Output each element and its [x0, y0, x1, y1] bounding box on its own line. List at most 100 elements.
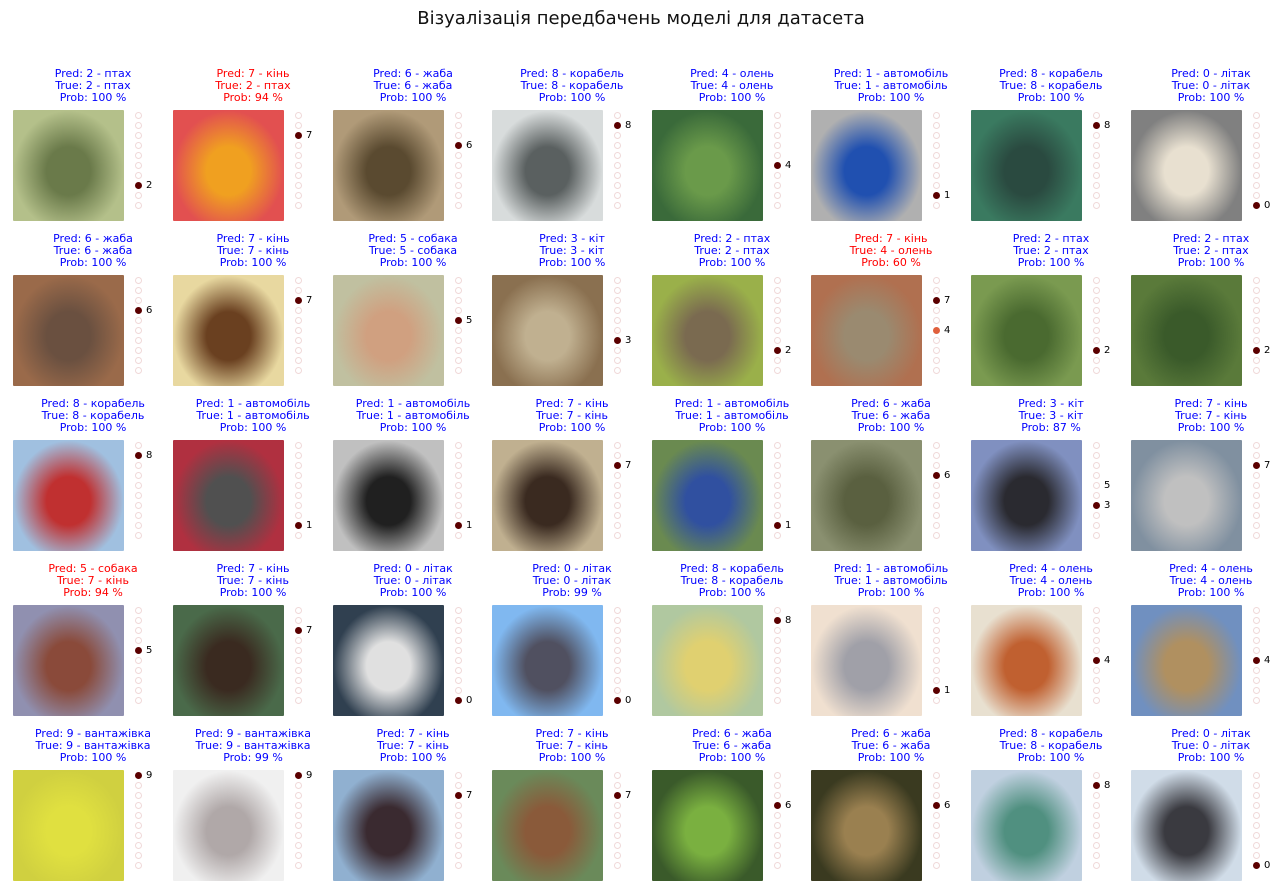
class-dot	[774, 337, 781, 344]
class-dot	[295, 772, 302, 779]
class-dot	[614, 112, 621, 119]
class-dot	[614, 697, 621, 704]
plane-image	[492, 605, 603, 716]
class-dot	[614, 152, 621, 159]
prediction-tile: Pred: 4 - олень True: 4 - олень Prob: 100 …	[1131, 563, 1282, 728]
predicted-class-label: 0	[625, 695, 632, 706]
class-dot	[1253, 367, 1260, 374]
class-dot	[295, 202, 302, 209]
class-dot	[295, 862, 302, 869]
class-dot	[455, 862, 462, 869]
class-dot	[1093, 832, 1100, 839]
prediction-tile: Pred: 1 - автомобіль True: 1 - автомобіль…	[811, 563, 971, 728]
class-dot	[774, 132, 781, 139]
class-dot	[774, 842, 781, 849]
horse-image	[1131, 440, 1242, 551]
class-dot	[933, 792, 940, 799]
class-dot	[135, 452, 142, 459]
class-dot	[774, 812, 781, 819]
class-dot	[135, 122, 142, 129]
class-dot	[774, 122, 781, 129]
class-dot	[135, 502, 142, 509]
class-dot	[455, 532, 462, 539]
prediction-tile: Pred: 6 - жаба True: 6 - жаба Prob: 100 % 6	[811, 398, 971, 563]
class-dot	[933, 367, 940, 374]
class-dot	[933, 627, 940, 634]
class-probability-dots: 9	[135, 769, 152, 883]
predicted-class-label: 0	[466, 695, 473, 706]
class-dot	[1253, 337, 1260, 344]
class-dot	[933, 472, 940, 479]
prediction-tile: Pred: 7 - кінь True: 7 - кінь Prob: 100 % 7	[173, 233, 333, 398]
predicted-class-label: 7	[625, 460, 632, 471]
class-probability-dots: 2	[1093, 274, 1110, 388]
predicted-class-label: 2	[1264, 345, 1271, 356]
class-dot	[614, 637, 621, 644]
class-dot	[135, 182, 142, 189]
class-probability-dots: 8	[135, 439, 152, 553]
class-dot	[295, 522, 302, 529]
class-dot	[1253, 772, 1260, 779]
class-dot	[455, 607, 462, 614]
class-dot	[1093, 462, 1100, 469]
class-dot	[933, 452, 940, 459]
class-dot	[295, 367, 302, 374]
predicted-class-label: 5	[466, 315, 473, 326]
class-dot	[933, 812, 940, 819]
predicted-class-label: 6	[944, 800, 951, 811]
class-dot	[933, 532, 940, 539]
class-dot	[1093, 317, 1100, 324]
class-dot	[1253, 697, 1260, 704]
class-dot	[455, 657, 462, 664]
class-dot	[1093, 142, 1100, 149]
class-dot	[1253, 172, 1260, 179]
predicted-class-label: 2	[1104, 345, 1111, 356]
predicted-class-label: 7	[625, 790, 632, 801]
class-dot	[774, 162, 781, 169]
class-dot	[455, 462, 462, 469]
class-dot	[774, 307, 781, 314]
class-dot	[135, 297, 142, 304]
class-dot	[295, 637, 302, 644]
class-dot	[135, 697, 142, 704]
class-dot	[1253, 132, 1260, 139]
class-dot	[295, 317, 302, 324]
class-dot	[1093, 812, 1100, 819]
class-dot	[1253, 347, 1260, 354]
class-dot	[455, 842, 462, 849]
class-dot	[614, 182, 621, 189]
class-dot	[614, 647, 621, 654]
class-dot	[1093, 337, 1100, 344]
horse-image	[13, 605, 124, 716]
class-dot	[614, 842, 621, 849]
class-dot	[295, 687, 302, 694]
predicted-class-label: 4	[1104, 655, 1111, 666]
predicted-class-label: 3	[1104, 500, 1111, 511]
class-dot	[933, 347, 940, 354]
prediction-tile: Pred: 5 - собака True: 5 - собака Prob: 10…	[333, 233, 493, 398]
class-dot	[774, 822, 781, 829]
class-probability-dots: 7	[614, 439, 631, 553]
class-probability-dots: 7	[295, 109, 312, 223]
predicted-class-label: 1	[306, 520, 313, 531]
class-dot	[1093, 792, 1100, 799]
tile-caption: Pred: 4 - олень True: 4 - олень Prob: 100 …	[1117, 563, 1282, 599]
class-probability-dots: 8	[1093, 769, 1110, 883]
class-dot	[774, 492, 781, 499]
class-dot	[135, 347, 142, 354]
class-dot	[135, 152, 142, 159]
class-dot	[1093, 162, 1100, 169]
prediction-tile: Pred: 8 - корабель True: 8 - корабель Prob…	[652, 563, 812, 728]
plane-image	[1131, 770, 1242, 881]
cat-image	[492, 275, 603, 386]
class-dot	[135, 132, 142, 139]
class-dot	[614, 812, 621, 819]
class-dot	[1253, 357, 1260, 364]
prediction-tile: Pred: 0 - літак True: 0 - літак Prob: 99 %…	[492, 563, 652, 728]
class-dot	[614, 277, 621, 284]
class-dot	[1253, 812, 1260, 819]
class-dot	[614, 337, 621, 344]
frog-image	[811, 770, 922, 881]
class-dot	[135, 202, 142, 209]
truck-image	[173, 770, 284, 881]
